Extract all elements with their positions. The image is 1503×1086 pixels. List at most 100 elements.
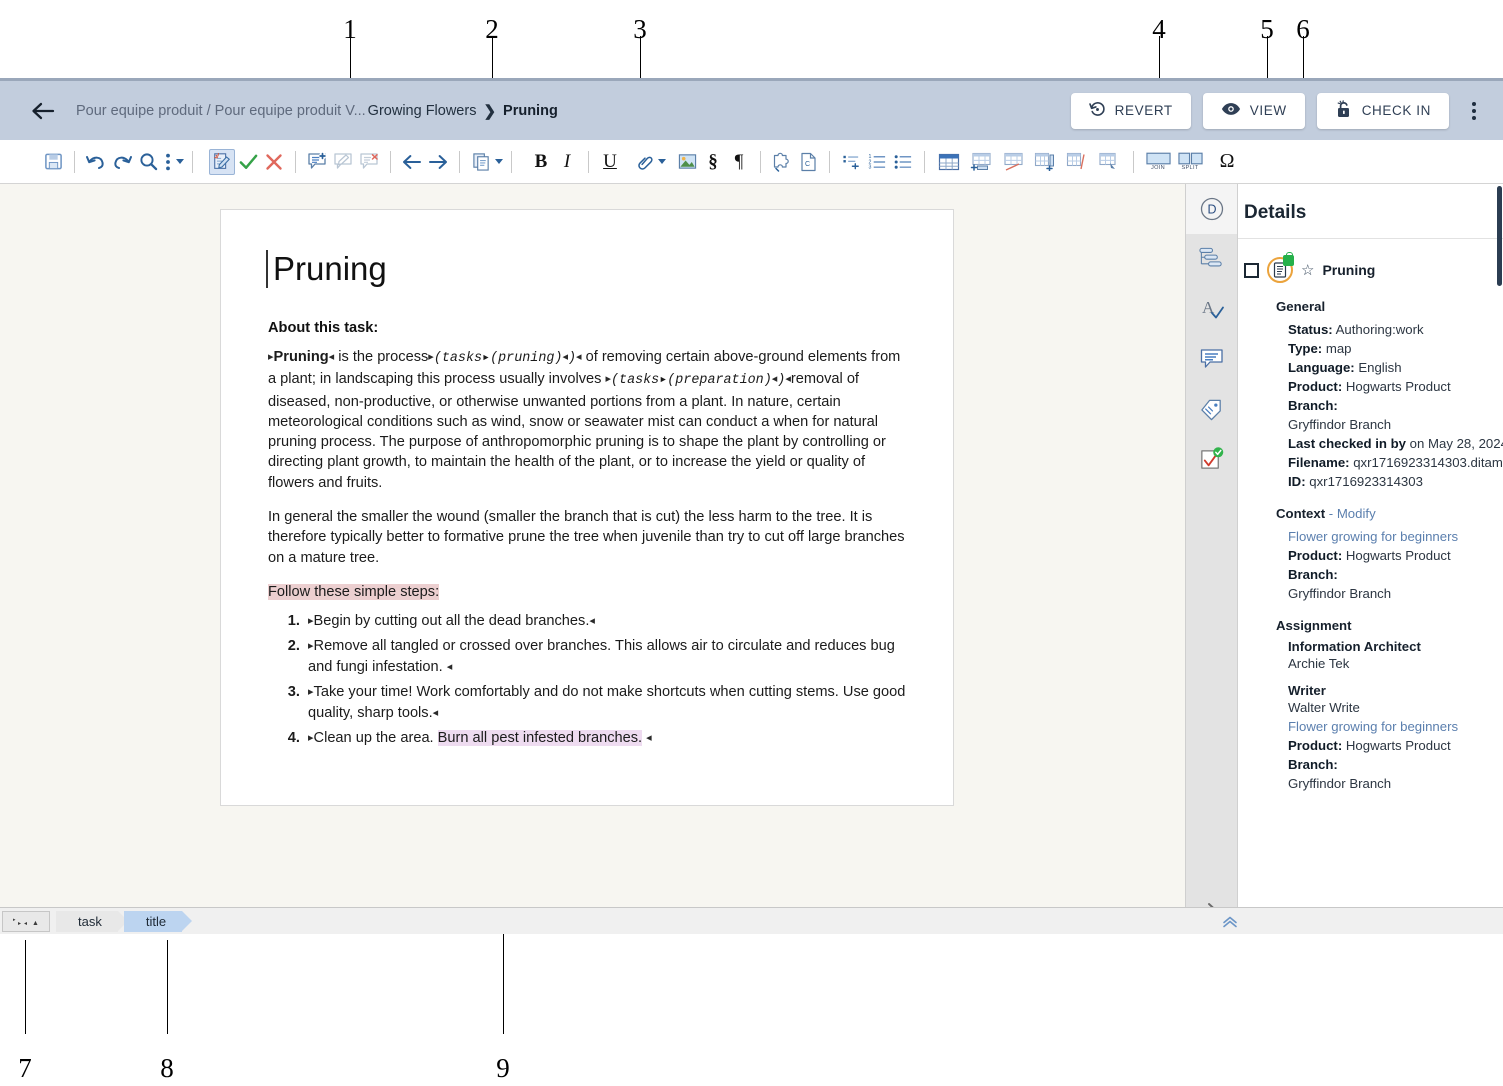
undo-icon[interactable] xyxy=(83,149,109,175)
paragraph-mark-icon[interactable]: ¶ xyxy=(726,149,752,175)
assignment-role: Information Architect xyxy=(1288,639,1421,654)
paragraph-2[interactable]: In general the smaller the wound (smalle… xyxy=(268,507,908,568)
split-label: SPLIT xyxy=(1181,165,1199,171)
toolbar-separator xyxy=(74,150,75,173)
add-column-icon[interactable] xyxy=(1029,149,1061,175)
detail-row: Gryffindor Branch xyxy=(1288,417,1392,432)
modify-context-link[interactable]: - Modify xyxy=(1329,506,1376,521)
copy-paste-caret[interactable] xyxy=(495,159,503,164)
edit-comment-icon[interactable] xyxy=(330,149,356,175)
assignment-person: Walter Write xyxy=(1288,700,1360,715)
breadcrumb-parent[interactable]: Growing Flowers xyxy=(368,103,477,119)
details-scrollbar[interactable] xyxy=(1496,184,1503,934)
list-item[interactable]: ▸Clean up the area. Burn all pest infest… xyxy=(304,728,908,749)
steps-heading[interactable]: Follow these simple steps: xyxy=(268,582,908,602)
link-caret[interactable] xyxy=(658,159,666,164)
indent-icon[interactable] xyxy=(838,149,864,175)
copy-paste-icon[interactable] xyxy=(468,149,494,175)
steps-heading-text: Follow these simple steps: xyxy=(268,583,440,600)
document-canvas: Pruning About this task: ▸Pruning◂ is th… xyxy=(0,184,1185,934)
list-item[interactable]: ▸Take your time! Work comfortably and do… xyxy=(304,682,908,724)
special-char-section-icon[interactable]: § xyxy=(700,149,726,175)
context-link[interactable]: Flower growing for beginners xyxy=(1288,527,1495,546)
save-icon[interactable] xyxy=(40,149,66,175)
document-locked-icon xyxy=(1267,252,1294,283)
more-options-caret[interactable] xyxy=(176,159,184,164)
element-nav-icon[interactable]: ▸ ▸ ◂ ▲ xyxy=(2,910,50,932)
rail-item-structure[interactable] xyxy=(1186,234,1238,284)
table-properties-icon[interactable] xyxy=(1093,149,1125,175)
redo-icon[interactable] xyxy=(109,149,135,175)
document-title[interactable]: Pruning xyxy=(266,250,908,288)
insert-element-icon[interactable] xyxy=(769,149,795,175)
detail-row: Gryffindor Branch xyxy=(1288,586,1392,601)
step-text: Begin by cutting out all the dead branch… xyxy=(313,613,590,630)
add-comment-icon[interactable] xyxy=(304,149,330,175)
list-item[interactable]: ▸Remove all tangled or crossed over bran… xyxy=(304,636,908,678)
toolbar-separator xyxy=(511,150,512,173)
insert-image-icon[interactable] xyxy=(674,149,700,175)
track-changes-icon[interactable] xyxy=(209,148,235,175)
add-row-icon[interactable] xyxy=(965,149,997,175)
select-checkbox[interactable] xyxy=(1244,262,1259,278)
svg-text:▲: ▲ xyxy=(32,920,39,927)
italic-icon[interactable]: I xyxy=(554,149,580,175)
delete-column-icon[interactable] xyxy=(1061,149,1093,175)
document-page[interactable]: Pruning About this task: ▸Pruning◂ is th… xyxy=(220,209,954,806)
insert-table-icon[interactable] xyxy=(933,149,965,175)
omega-symbol-icon[interactable]: Ω xyxy=(1214,149,1240,175)
revert-button[interactable]: REVERT xyxy=(1070,92,1191,129)
unordered-list-icon[interactable] xyxy=(890,149,916,175)
section-label: § xyxy=(708,150,718,172)
ordered-list-icon[interactable]: 123 xyxy=(864,149,890,175)
detail-row: Product: Hogwarts Product xyxy=(1288,379,1451,394)
assignment-section-heading: Assignment xyxy=(1276,618,1352,633)
insert-conref-icon[interactable]: C xyxy=(795,149,821,175)
assignment-link[interactable]: Flower growing for beginners xyxy=(1288,717,1495,736)
callout-leader-line-1 xyxy=(350,36,351,84)
search-icon[interactable] xyxy=(135,149,161,175)
details-panel-title: Details xyxy=(1238,184,1503,239)
view-button[interactable]: VIEW xyxy=(1202,92,1305,129)
back-arrow-icon[interactable] xyxy=(28,96,58,126)
star-icon[interactable]: ☆ xyxy=(1301,261,1314,279)
rail-item-details[interactable]: D xyxy=(1185,184,1238,234)
detail-row: Product: Hogwarts Product xyxy=(1288,548,1451,563)
detail-row: Branch: xyxy=(1288,398,1338,413)
rail-item-comments[interactable] xyxy=(1186,334,1238,384)
detail-row: Filename: qxr1716923314303.ditamap xyxy=(1288,455,1503,470)
toolbar-separator xyxy=(760,150,761,173)
rail-item-tags[interactable] xyxy=(1186,384,1238,434)
detail-row: Language: English xyxy=(1288,360,1402,375)
detail-row: Status: Authoring:work xyxy=(1288,322,1424,337)
underline-icon[interactable]: U xyxy=(597,149,623,175)
split-cells-icon[interactable]: SPLIT xyxy=(1174,147,1206,177)
double-chevron-up-icon[interactable] xyxy=(1222,908,1238,934)
kebab-menu-icon[interactable] xyxy=(1459,94,1489,128)
rail-details-letter: D xyxy=(1207,203,1216,217)
bold-icon[interactable]: B xyxy=(528,149,554,175)
status-crumb-task[interactable]: task xyxy=(56,910,128,932)
rail-item-spellcheck[interactable]: A xyxy=(1186,284,1238,334)
rail-item-review[interactable] xyxy=(1186,434,1238,484)
link-icon[interactable] xyxy=(631,149,657,175)
more-options-icon[interactable] xyxy=(161,149,175,175)
previous-change-icon[interactable] xyxy=(399,149,425,175)
details-panel: Details ☆ Pruning General Status: Author… xyxy=(1237,184,1503,934)
check-in-button[interactable]: CHECK IN xyxy=(1316,92,1449,129)
accept-change-icon[interactable] xyxy=(235,149,261,175)
next-change-icon[interactable] xyxy=(425,149,451,175)
callout-number-9: 9 xyxy=(496,1053,510,1083)
detail-row: Gryffindor Branch xyxy=(1288,776,1392,791)
paragraph-1[interactable]: ▸Pruning◂ is the process▸(tasks▸(pruning… xyxy=(268,347,908,493)
app-header: Pour equipe produit / Pour equipe produi… xyxy=(0,81,1503,140)
delete-row-icon[interactable] xyxy=(997,149,1029,175)
delete-comment-icon[interactable] xyxy=(356,149,382,175)
svg-text:C: C xyxy=(804,161,809,168)
reject-change-icon[interactable] xyxy=(261,149,287,175)
join-cells-icon[interactable]: JOIN xyxy=(1142,147,1174,177)
lock-checkin-icon xyxy=(1335,99,1353,122)
list-item[interactable]: ▸Begin by cutting out all the dead branc… xyxy=(304,611,908,632)
details-doc-name: Pruning xyxy=(1322,262,1376,278)
status-crumb-title[interactable]: title xyxy=(123,910,193,932)
